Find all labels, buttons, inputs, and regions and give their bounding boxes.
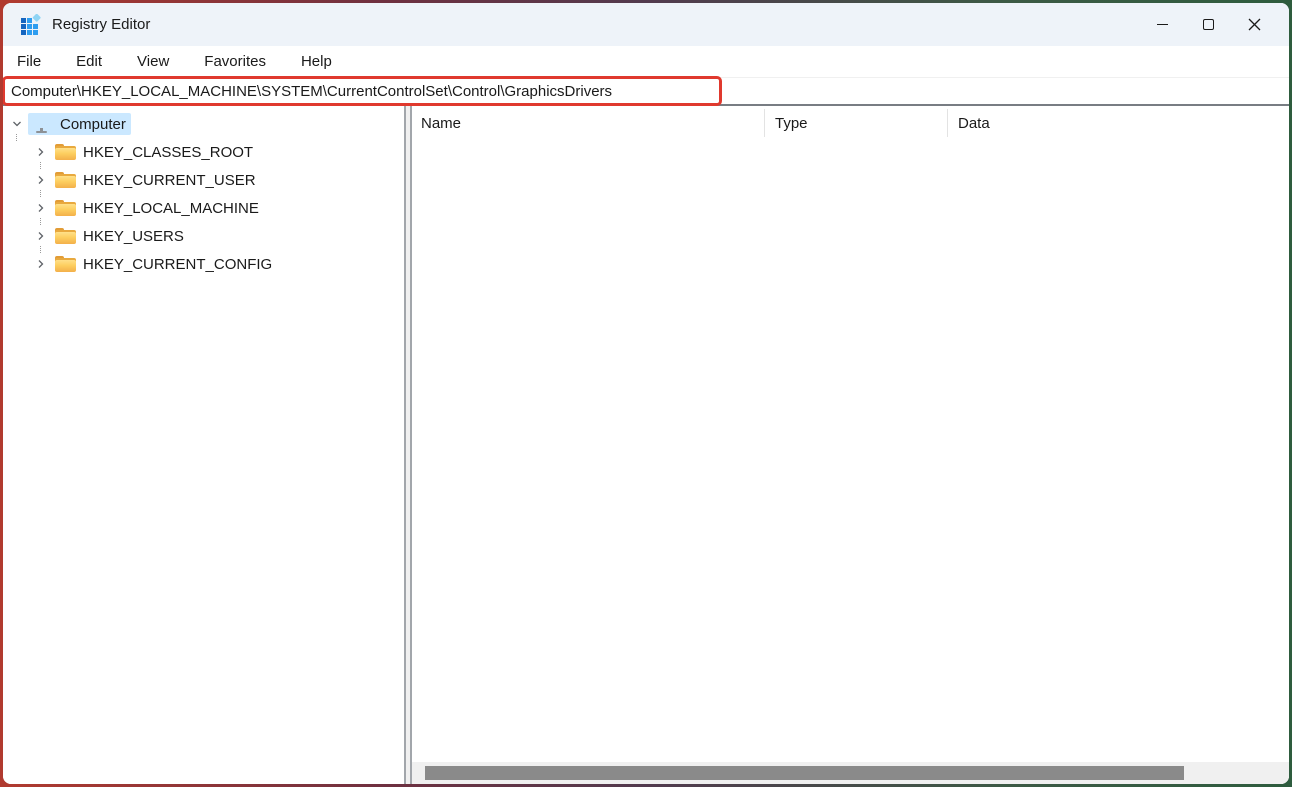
window-title: Registry Editor: [52, 16, 150, 33]
title-bar: Registry Editor: [3, 3, 1289, 46]
chevron-down-icon[interactable]: [9, 116, 25, 132]
chevron-right-icon[interactable]: [33, 200, 49, 216]
maximize-button[interactable]: [1185, 3, 1231, 46]
chevron-right-icon[interactable]: [33, 256, 49, 272]
tree-item-label: HKEY_CLASSES_ROOT: [83, 144, 253, 161]
maximize-icon: [1203, 19, 1214, 30]
close-button[interactable]: [1231, 3, 1277, 46]
tree-node: HKEY_LOCAL_MACHINE: [52, 198, 264, 219]
chevron-right-icon[interactable]: [33, 228, 49, 244]
tree-node-selected: Computer: [28, 113, 131, 135]
values-list-empty: [412, 140, 1289, 762]
menu-help[interactable]: Help: [290, 49, 343, 74]
menu-edit[interactable]: Edit: [65, 49, 113, 74]
tree-item-computer[interactable]: Computer: [3, 110, 404, 138]
tree-item-hkey-current-user[interactable]: HKEY_CURRENT_USER: [3, 166, 404, 194]
minimize-icon: [1157, 24, 1168, 25]
computer-icon: [31, 115, 53, 133]
horizontal-scrollbar-track[interactable]: [412, 762, 1289, 784]
tree-item-label: HKEY_LOCAL_MACHINE: [83, 200, 259, 217]
folder-icon: [55, 172, 76, 188]
content-area: Computer HKEY_CLASSES_ROOT: [3, 106, 1289, 784]
minimize-button[interactable]: [1139, 3, 1185, 46]
tree-item-label: HKEY_CURRENT_USER: [83, 172, 256, 189]
chevron-right-icon[interactable]: [33, 172, 49, 188]
chevron-right-icon[interactable]: [33, 144, 49, 160]
list-header: Name Type Data: [412, 106, 1289, 140]
values-pane: Name Type Data: [412, 106, 1289, 784]
tree-node: HKEY_CURRENT_CONFIG: [52, 254, 277, 275]
folder-icon: [55, 228, 76, 244]
tree-node: HKEY_CLASSES_ROOT: [52, 142, 258, 163]
column-header-data[interactable]: Data: [948, 106, 1289, 140]
address-input[interactable]: [3, 78, 1289, 104]
folder-icon: [55, 256, 76, 272]
menu-favorites[interactable]: Favorites: [193, 49, 277, 74]
horizontal-scrollbar-thumb[interactable]: [425, 766, 1184, 780]
column-header-name[interactable]: Name: [412, 106, 765, 140]
tree-item-label: Computer: [60, 116, 126, 133]
registry-tree-pane: Computer HKEY_CLASSES_ROOT: [3, 106, 404, 784]
close-icon: [1248, 18, 1261, 31]
tree-item-hkey-classes-root[interactable]: HKEY_CLASSES_ROOT: [3, 138, 404, 166]
tree-item-hkey-current-config[interactable]: HKEY_CURRENT_CONFIG: [3, 250, 404, 278]
column-header-type[interactable]: Type: [765, 106, 948, 140]
tree-item-hkey-users[interactable]: HKEY_USERS: [3, 222, 404, 250]
registry-editor-app-icon: [20, 14, 42, 36]
registry-editor-window: Registry Editor File Edit View Favorites…: [3, 3, 1289, 784]
tree-item-label: HKEY_CURRENT_CONFIG: [83, 256, 272, 273]
folder-icon: [55, 200, 76, 216]
tree-node: HKEY_USERS: [52, 226, 189, 247]
tree-item-hkey-local-machine[interactable]: HKEY_LOCAL_MACHINE: [3, 194, 404, 222]
address-bar: [3, 77, 1289, 106]
tree-node: HKEY_CURRENT_USER: [52, 170, 261, 191]
menu-file[interactable]: File: [6, 49, 52, 74]
menu-bar: File Edit View Favorites Help: [3, 46, 1289, 77]
pane-splitter[interactable]: [404, 106, 412, 784]
folder-icon: [55, 144, 76, 160]
menu-view[interactable]: View: [126, 49, 180, 74]
tree-item-label: HKEY_USERS: [83, 228, 184, 245]
